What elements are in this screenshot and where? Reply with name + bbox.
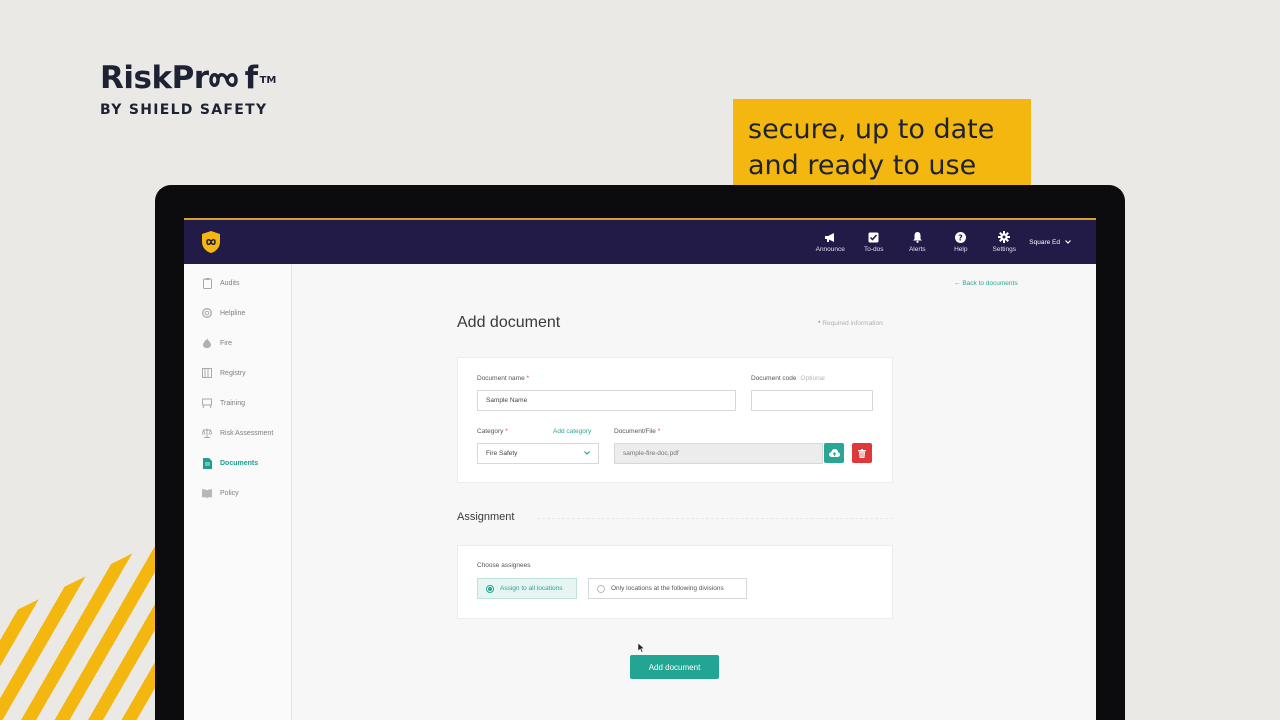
riskproof-logo: RiskPr f TM BY SHIELD SAFETY [100,60,276,118]
nav-help-label: Help [954,246,968,253]
brand-name-text: RiskPr [100,60,209,96]
brand-wordmark: RiskPr f TM [100,60,276,99]
user-menu[interactable]: Square Ed [1029,235,1071,249]
upload-button[interactable] [824,443,844,463]
sidebar-item-helpline[interactable]: Helpline [202,306,245,320]
assignment-card: Choose assignees Assign to all locations… [457,545,893,619]
page-title: Add document [457,314,561,331]
nav-help[interactable]: ? Help [939,220,983,264]
document-name-value: Sample Name [486,397,528,404]
sidebar-item-label: Helpline [220,309,246,317]
trash-icon [858,448,866,458]
sidebar-item-registry[interactable]: Registry [202,366,246,380]
sidebar-item-label: Documents [220,459,259,467]
document-name-label: Document name * [477,375,530,382]
category-value: Fire Safety [486,450,518,457]
nav-todos[interactable]: To-dos [852,220,896,264]
nav-announce-label: Announce [815,246,845,253]
specific-divisions-option[interactable]: Only locations at the following division… [588,578,747,599]
sidebar-item-label: Fire [220,339,233,347]
brand-name-tail: f [244,60,259,96]
infinity-icon [208,73,238,87]
document-file-field[interactable]: sample-fire-doc.pdf [614,443,823,464]
mouse-cursor-icon [638,643,646,653]
flame-icon [202,338,212,349]
radio-selected-icon [486,584,494,593]
add-document-button[interactable]: Add document [630,655,719,679]
lifebuoy-icon [202,308,212,319]
nav-alerts-label: Alerts [908,246,926,253]
bell-icon [911,231,923,243]
arrow-left-icon: ← [954,280,961,287]
training-icon [202,398,212,409]
category-select[interactable]: Fire Safety [477,443,599,464]
nav-todos-label: To-dos [863,246,884,253]
decorative-stripes [0,535,170,720]
required-info-note: * Required information [818,320,883,327]
clipboard-icon [202,277,212,289]
checkbox-icon [868,231,880,243]
assign-all-locations-option[interactable]: Assign to all locations [477,578,577,599]
sidebar-item-label: Policy [220,489,239,497]
sidebar-item-label: Audits [220,279,240,287]
file-name-value: sample-fire-doc.pdf [623,450,679,457]
sidebar-item-documents[interactable]: Documents [202,456,258,470]
category-label: Category * [477,428,508,435]
sidebar: Audits Helpline Fire Registry Training R… [184,264,292,720]
svg-text:?: ? [958,233,963,242]
app-screen: Announce To-dos Alerts ? Help Settings S… [184,218,1096,720]
sidebar-item-fire[interactable]: Fire [202,336,232,350]
required-note-text: Required information [822,320,883,327]
scales-icon [202,428,212,439]
shield-logo-icon[interactable] [201,230,221,254]
sidebar-item-risk-assessment[interactable]: Risk Assessment [202,426,273,440]
book-icon [202,488,212,499]
section-divider [537,518,893,519]
megaphone-icon [824,231,836,243]
tagline-line-1: secure, up to date [748,114,995,145]
option-label: Assign to all locations [500,585,563,592]
trademark-mark: TM [259,75,277,86]
document-code-label: Document code Optional [751,375,825,382]
document-code-input[interactable] [751,390,873,411]
assignment-section-title: Assignment [457,511,515,523]
document-name-input[interactable]: Sample Name [477,390,736,411]
document-file-label: Document/File * [614,428,661,435]
registry-icon [202,368,212,379]
back-link-label: Back to documents [962,280,1018,287]
document-icon [202,457,212,469]
gear-icon [998,231,1011,243]
nav-settings-label: Settings [992,246,1017,253]
chevron-down-icon [1065,240,1071,244]
sidebar-item-policy[interactable]: Policy [202,486,239,500]
app-header: Announce To-dos Alerts ? Help Settings S… [184,220,1096,264]
document-details-card: Document name * Sample Name Document cod… [457,357,893,483]
nav-announce[interactable]: Announce [809,220,853,264]
radio-unselected-icon [597,584,605,593]
nav-settings[interactable]: Settings [983,220,1027,264]
add-category-link[interactable]: Add category [553,428,591,435]
sidebar-item-label: Training [220,399,246,407]
sidebar-item-training[interactable]: Training [202,396,245,410]
cloud-upload-icon [828,449,840,457]
option-label: Only locations at the following division… [611,585,724,592]
help-icon: ? [955,231,967,243]
back-to-documents-link[interactable]: ← Back to documents [954,280,1018,287]
brand-byline: BY SHIELD SAFETY [100,102,268,118]
header-nav: Announce To-dos Alerts ? Help Settings [809,220,1027,264]
delete-file-button[interactable] [852,443,872,463]
nav-alerts[interactable]: Alerts [896,220,940,264]
user-name: Square Ed [1029,238,1060,246]
tagline-line-2: and ready to use [748,150,977,181]
tagline-box: secure, up to date and ready to use [733,99,1031,199]
sidebar-item-label: Risk Assessment [220,429,274,437]
sidebar-item-label: Registry [220,369,246,377]
chevron-down-icon [584,451,590,455]
choose-assignees-label: Choose assignees [477,562,531,569]
sidebar-item-audits[interactable]: Audits [202,276,239,290]
